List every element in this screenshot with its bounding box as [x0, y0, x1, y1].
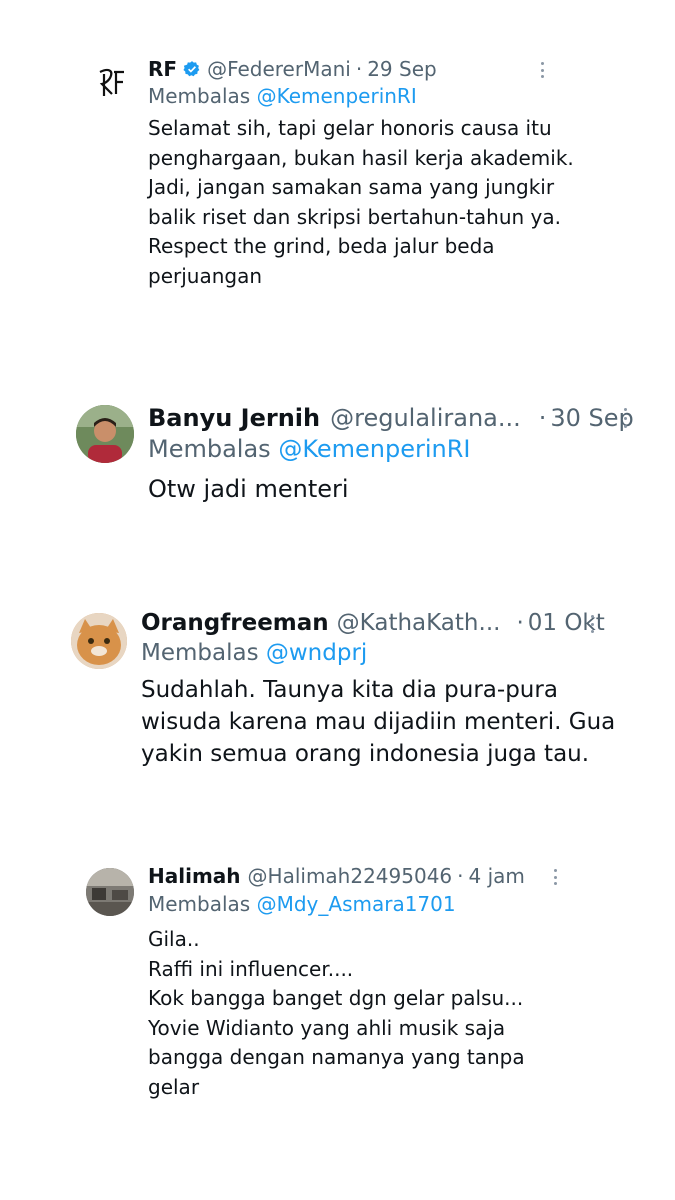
cat-photo-icon [71, 613, 127, 669]
replying-to-label: Membalas [148, 892, 251, 916]
reply-tweet-4[interactable]: Halimah @Halimah22495046 · 4 jam Membala… [0, 850, 675, 1110]
more-options-icon[interactable] [552, 869, 558, 885]
reply-tweet-2[interactable]: Banyu Jernih @regulalirana... · 30 Sep M… [0, 380, 675, 530]
avatar[interactable] [71, 613, 127, 669]
text-line: Sudahlah. Taunya kita dia pura-pura [141, 677, 558, 703]
text-line: Respect the grind, beda jalur beda [148, 234, 495, 258]
text-line: Jadi, jangan samakan sama yang jungkir [148, 175, 555, 199]
text-line: balik riset dan skripsi bertahun-tahun y… [148, 204, 561, 229]
user-handle[interactable]: @regulalirana... [330, 404, 521, 432]
text-line: yakin semua orang indonesia juga tau. [141, 741, 590, 767]
text-line: bangga dengan namanya yang tanpa [148, 1045, 525, 1070]
display-name[interactable]: RF [148, 57, 177, 81]
more-options-icon[interactable] [622, 408, 628, 428]
tweet-text: Gila.. Raffi ini influencer.... Kok bang… [148, 925, 525, 1103]
tweet-header: RF @FedererMani · 29 Sep [148, 55, 437, 83]
tweet-header: Orangfreeman @KathaKath... · 01 Okt [141, 607, 605, 639]
separator-dot: · [355, 57, 363, 81]
mention-link[interactable]: @KemenperinRI [257, 84, 417, 108]
replying-to-label: Membalas [148, 84, 251, 108]
avatar[interactable] [76, 405, 134, 463]
more-options-icon[interactable] [539, 62, 545, 78]
timestamp[interactable]: 29 Sep [367, 57, 437, 81]
tweet-text: Selamat sih, tapi gelar honoris causa it… [148, 114, 574, 291]
separator-dot: · [538, 404, 547, 432]
text-line: Selamat sih, tapi gelar honoris causa it… [148, 116, 552, 140]
replying-to: Membalas @KemenperinRI [148, 435, 470, 463]
reply-tweet-1[interactable]: RF @FedererMani · 29 Sep Membalas @Kemen… [0, 0, 675, 300]
replying-to: Membalas @wndprj [141, 640, 367, 666]
mention-link[interactable]: @wndprj [266, 640, 367, 666]
text-line: Kok bangga banget dgn gelar palsu... [148, 986, 524, 1011]
text-line: penghargaan, bukan hasil kerja akademik. [148, 145, 574, 170]
person-photo-icon [76, 405, 134, 463]
rf-logo-icon [99, 68, 124, 96]
mention-link[interactable]: @KemenperinRI [278, 435, 470, 463]
separator-dot: · [457, 864, 464, 888]
display-name[interactable]: Halimah [148, 864, 241, 888]
text-line: Yovie Widianto yang ahli musik saja [148, 1015, 506, 1040]
user-handle[interactable]: @FedererMani [207, 57, 351, 81]
text-line: wisuda karena mau dijadiin menteri. Gua [141, 709, 616, 735]
user-handle[interactable]: @KathaKath... [337, 610, 501, 636]
text-line: Raffi ini influencer.... [148, 956, 354, 981]
tweet-header: Halimah @Halimah22495046 · 4 jam [148, 862, 525, 890]
text-line: gelar [148, 1074, 200, 1099]
user-handle[interactable]: @Halimah22495046 [248, 864, 453, 888]
text-line: Gila.. [148, 927, 200, 951]
more-options-icon[interactable] [589, 615, 595, 633]
avatar[interactable] [86, 868, 134, 916]
timestamp[interactable]: 4 jam [469, 864, 525, 888]
tweet-text: Otw jadi menteri [148, 473, 349, 505]
separator-dot: · [516, 610, 524, 636]
replying-to: Membalas @Mdy_Asmara1701 [148, 892, 456, 916]
text-line: perjuangan [148, 263, 263, 288]
display-name[interactable]: Banyu Jernih [148, 404, 320, 432]
verified-badge-icon [183, 61, 200, 77]
mention-link[interactable]: @Mdy_Asmara1701 [257, 892, 456, 916]
replying-to: Membalas @KemenperinRI [148, 84, 417, 108]
display-name[interactable]: Orangfreeman [141, 610, 329, 636]
room-photo-icon [86, 868, 134, 916]
replying-to-label: Membalas [148, 435, 271, 463]
tweet-header: Banyu Jernih @regulalirana... · 30 Sep [148, 402, 634, 434]
reply-tweet-3[interactable]: Orangfreeman @KathaKath... · 01 Okt Memb… [0, 595, 675, 795]
avatar[interactable] [90, 60, 134, 104]
text-line: Otw jadi menteri [148, 475, 349, 503]
replying-to-label: Membalas [141, 640, 259, 666]
tweet-text: Sudahlah. Taunya kita dia pura-pura wisu… [141, 674, 615, 770]
